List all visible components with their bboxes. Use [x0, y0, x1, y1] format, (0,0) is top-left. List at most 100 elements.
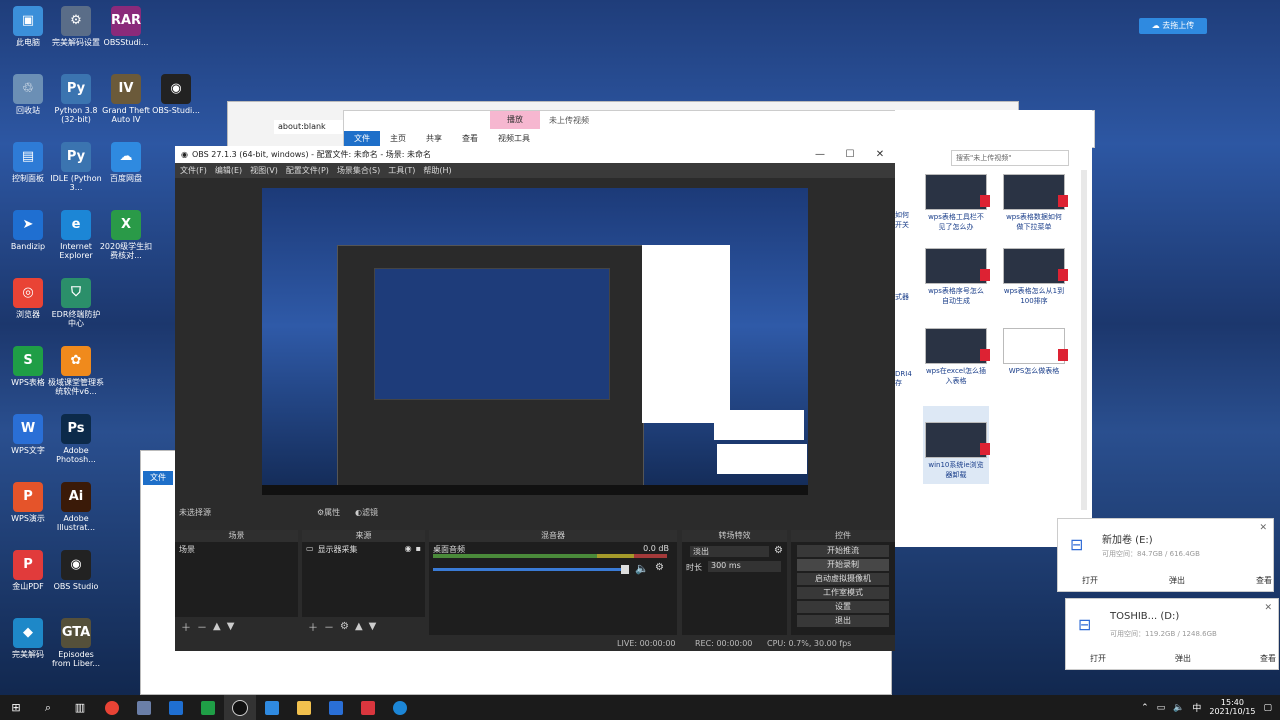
chevron-up-icon[interactable]: ⌃ [1141, 703, 1149, 713]
bandizip-icon[interactable] [160, 695, 192, 720]
file-thumb[interactable]: wps在excel怎么插入表格 [925, 328, 990, 386]
remove-icon[interactable]: － [324, 619, 334, 634]
wps-writer-icon[interactable] [320, 695, 352, 720]
desktop-icon[interactable]: ◉ OBS Studio [48, 550, 104, 591]
ribbon-tab-share[interactable]: 共享 [416, 131, 452, 146]
transition-select[interactable]: 淡出 [690, 546, 769, 557]
file-thumb[interactable]: WPS怎么做表格 [1003, 328, 1068, 376]
file-thumb[interactable]: wps表格怎么从1到100排序 [1003, 248, 1068, 306]
gear-icon[interactable]: ⚙ [655, 562, 664, 573]
eject-button[interactable]: 弹出 [1175, 653, 1191, 664]
eye-icon[interactable]: ◉ [405, 544, 412, 555]
desktop-icon[interactable]: e Internet Explorer [48, 210, 104, 260]
desktop-icon[interactable]: Py Python 3.8 (32-bit) [48, 74, 104, 124]
file-thumb[interactable]: wps表格数据如何做下拉菜单 [1003, 174, 1068, 232]
menu-file[interactable]: 文件(F) [180, 165, 207, 176]
start-virtual-camera-button[interactable]: 启动虚拟摄像机 [797, 573, 889, 585]
obs-window[interactable]: ◉ OBS 27.1.3 (64-bit, windows) - 配置文件: 未… [175, 146, 895, 651]
minimize-icon[interactable]: — [805, 149, 835, 160]
desktop-icon[interactable]: ⚙ 完美解码设置 [48, 6, 104, 47]
up-icon[interactable]: ▲ [213, 621, 221, 632]
start-icon[interactable]: ⊞ [0, 695, 32, 720]
baidu-upload-button[interactable]: ☁ 去拖上传 [1139, 18, 1207, 34]
clock[interactable]: 15:40 2021/10/15 [1209, 698, 1255, 717]
scrollbar[interactable] [1081, 170, 1087, 510]
ribbon-tab-home[interactable]: 主页 [380, 131, 416, 146]
close-icon[interactable]: ✕ [1259, 523, 1267, 533]
desktop-icon[interactable]: Ai Adobe Illustrat... [48, 482, 104, 532]
file-thumb[interactable]: wps表格工具栏不见了怎么办 [925, 174, 990, 232]
ribbon-tab-video-tools[interactable]: 视频工具 [488, 131, 540, 146]
desktop-icon[interactable]: RAR OBSStudi... [98, 6, 154, 47]
view-button[interactable]: 查看 [1260, 653, 1276, 664]
desktop-icon[interactable]: X 2020级学生扣费核对... [98, 210, 154, 260]
network-icon[interactable]: ▭ [1157, 703, 1166, 713]
explorer-window[interactable]: 搜索"未上传视频" wps表格工具栏不见了怎么办 wps表格数据如何做下拉菜单 … [895, 110, 1092, 547]
volume-icon[interactable]: 🔈 [1173, 703, 1184, 713]
exit-button[interactable]: 退出 [797, 615, 889, 627]
start-streaming-button[interactable]: 开始推流 [797, 545, 889, 557]
ribbon-tab-file[interactable]: 文件 [344, 131, 380, 146]
search-icon[interactable]: ⌕ [32, 695, 64, 720]
menu-scene-collection[interactable]: 场景集合(S) [337, 165, 380, 176]
folder-icon[interactable] [288, 695, 320, 720]
app-icon[interactable] [256, 695, 288, 720]
desktop-icon[interactable]: GTA Episodes from Liber... [48, 618, 104, 668]
obs-title-bar[interactable]: ◉ OBS 27.1.3 (64-bit, windows) - 配置文件: 未… [175, 146, 895, 163]
task-view-icon[interactable]: ▥ [64, 695, 96, 720]
source-item[interactable]: ▭ 显示器采集 ◉ ▪ [302, 542, 425, 557]
up-icon[interactable]: ▲ [355, 621, 363, 632]
remove-icon[interactable]: － [197, 619, 207, 634]
drive-toast-e[interactable]: ⊟ 新加卷 (E:) 可用空间：84.7GB / 616.4GB ✕ 打开 弹出… [1057, 518, 1274, 592]
menu-edit[interactable]: 编辑(E) [215, 165, 242, 176]
maximize-icon[interactable]: ☐ [835, 149, 865, 160]
settings-button[interactable]: 设置 [797, 601, 889, 613]
start-recording-button[interactable]: 开始录制 [797, 559, 889, 571]
down-icon[interactable]: ▼ [369, 621, 377, 632]
preview-canvas[interactable] [262, 188, 808, 495]
open-button[interactable]: 打开 [1090, 653, 1106, 664]
wps-sheet-icon[interactable] [192, 695, 224, 720]
speaker-icon[interactable]: 🔈 [635, 562, 649, 575]
properties-button[interactable]: ⚙属性 [317, 507, 340, 518]
duration-input[interactable]: 300 ms [708, 561, 781, 572]
close-icon[interactable]: ✕ [1264, 603, 1272, 613]
volume-slider-handle[interactable] [621, 565, 629, 574]
studio-mode-button[interactable]: 工作室模式 [797, 587, 889, 599]
chrome-icon[interactable] [96, 695, 128, 720]
app-icon[interactable] [128, 695, 160, 720]
ribbon-highlight-tab[interactable]: 播放 [490, 111, 540, 129]
obs-icon[interactable] [224, 695, 256, 720]
menu-help[interactable]: 帮助(H) [423, 165, 451, 176]
explorer-file-tab[interactable]: 文件 [143, 471, 173, 485]
wps-icon[interactable] [352, 695, 384, 720]
file-thumb-selected[interactable]: win10系统ie浏览器卸载 [923, 406, 990, 484]
browser-tab[interactable]: about:blank [274, 120, 344, 134]
view-button[interactable]: 查看 [1256, 575, 1272, 586]
gear-icon[interactable]: ⚙ [340, 621, 349, 632]
menu-tools[interactable]: 工具(T) [388, 165, 415, 176]
filters-button[interactable]: ◐滤镜 [355, 507, 378, 518]
close-icon[interactable]: ✕ [865, 149, 895, 160]
lock-icon[interactable]: ▪ [416, 544, 421, 555]
scene-item[interactable]: 场景 [175, 542, 298, 557]
volume-slider[interactable] [433, 568, 629, 571]
desktop-icon[interactable]: ◉ OBS-Studi... [148, 74, 204, 115]
open-button[interactable]: 打开 [1082, 575, 1098, 586]
gear-icon[interactable]: ⚙ [774, 545, 783, 556]
notification-icon[interactable]: ▢ [1263, 703, 1272, 713]
desktop-icon[interactable]: Ps Adobe Photosh... [48, 414, 104, 464]
ie-icon[interactable] [384, 695, 416, 720]
desktop-icon[interactable]: ☁ 百度网盘 [98, 142, 154, 183]
desktop-icon[interactable]: ✿ 极域课堂管理系统软件v6... [48, 346, 104, 396]
desktop-icon[interactable]: ⛉ EDR终端防护中心 [48, 278, 104, 328]
menu-profile[interactable]: 配置文件(P) [286, 165, 329, 176]
ime-indicator[interactable]: 中 [1192, 701, 1201, 714]
add-icon[interactable]: ＋ [181, 619, 191, 634]
desktop-icon[interactable]: Py IDLE (Python 3... [48, 142, 104, 192]
ribbon-tab-view[interactable]: 查看 [452, 131, 488, 146]
down-icon[interactable]: ▼ [227, 621, 235, 632]
file-thumb[interactable]: wps表格序号怎么自动生成 [925, 248, 990, 306]
drive-toast-d[interactable]: ⊟ TOSHIB... (D:) 可用空间：119.2GB / 1248.6GB… [1065, 598, 1279, 670]
explorer-search-input[interactable]: 搜索"未上传视频" [951, 150, 1069, 166]
